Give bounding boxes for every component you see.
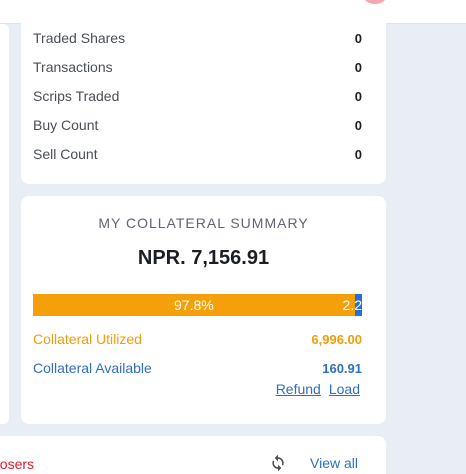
utilized-segment: 97.8%	[33, 294, 355, 316]
collateral-progress-bar: 97.8% 2.2	[33, 294, 362, 316]
stat-label: Sell Count	[33, 146, 98, 162]
stat-value: 0	[354, 88, 362, 104]
refresh-icon[interactable]	[268, 453, 288, 473]
collateral-utilized-row: Collateral Utilized 6,996.00	[33, 330, 362, 348]
stat-row-transactions: Transactions 0	[33, 57, 362, 77]
collateral-summary-card: MY COLLATERAL SUMMARY NPR. 7,156.91 97.8…	[21, 196, 386, 424]
collateral-title: MY COLLATERAL SUMMARY	[98, 215, 309, 231]
collateral-total-amount: NPR. 7,156.91	[137, 247, 270, 269]
stat-value: 0	[354, 146, 362, 162]
available-segment: 2.2	[343, 294, 362, 316]
top-losers-card: Losers View all	[0, 436, 386, 474]
stat-row-traded-shares: Traded Shares 0	[33, 28, 362, 48]
stat-row-buy-count: Buy Count 0	[33, 115, 362, 135]
stat-label: Buy Count	[33, 117, 99, 133]
collateral-utilized-label: Collateral Utilized	[33, 331, 142, 347]
stat-row-scrips-traded: Scrips Traded 0	[33, 86, 362, 106]
refund-link[interactable]: Refund	[276, 381, 321, 397]
stat-value: 0	[354, 117, 362, 133]
stat-value: 0	[354, 30, 362, 46]
trading-stats-card: Traded Shares 0 Transactions 0 Scrips Tr…	[21, 18, 386, 184]
available-segment-label: 2.2	[342, 297, 362, 313]
collateral-available-row: Collateral Available 160.91	[33, 359, 362, 377]
losers-tab-label[interactable]: Losers	[0, 456, 34, 472]
stat-label: Transactions	[33, 59, 113, 75]
stat-label: Scrips Traded	[33, 88, 120, 104]
notification-dot[interactable]	[364, 0, 386, 4]
collateral-available-value: 160.91	[322, 360, 362, 376]
view-all-link[interactable]: View all	[310, 455, 358, 471]
collateral-actions: Refund Load	[276, 381, 360, 397]
load-link[interactable]: Load	[329, 381, 360, 397]
stat-label: Traded Shares	[33, 30, 126, 46]
collateral-utilized-value: 6,996.00	[311, 331, 362, 347]
left-panel-edge	[0, 24, 9, 424]
collateral-available-label: Collateral Available	[33, 360, 152, 376]
stat-value: 0	[354, 59, 362, 75]
stat-row-sell-count: Sell Count 0	[33, 144, 362, 164]
